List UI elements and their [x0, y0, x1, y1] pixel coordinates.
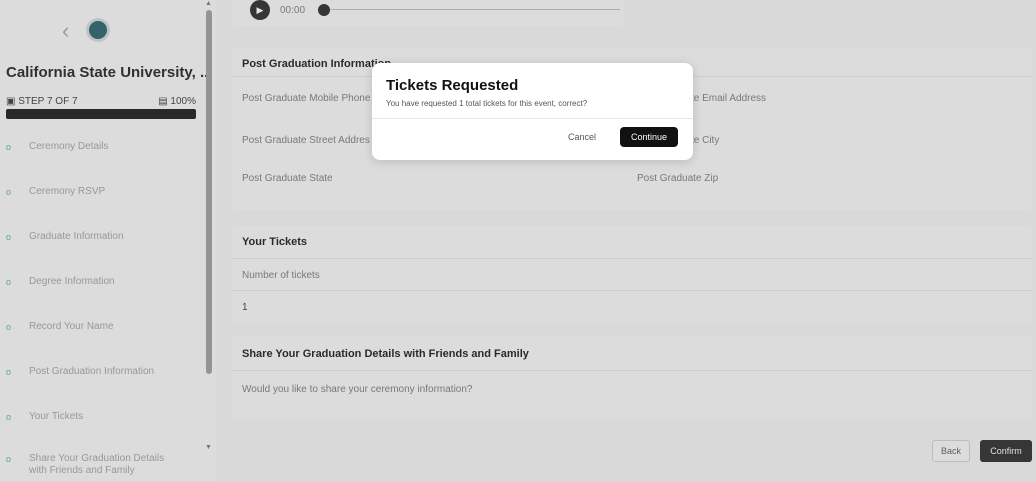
tickets-requested-dialog: Tickets Requested You have requested 1 t…	[372, 63, 693, 160]
dialog-message: You have requested 1 total tickets for t…	[386, 99, 588, 108]
continue-button[interactable]: Continue	[620, 127, 678, 147]
cancel-button[interactable]: Cancel	[560, 128, 604, 146]
dialog-divider	[372, 118, 693, 119]
dialog-title: Tickets Requested	[386, 77, 519, 94]
